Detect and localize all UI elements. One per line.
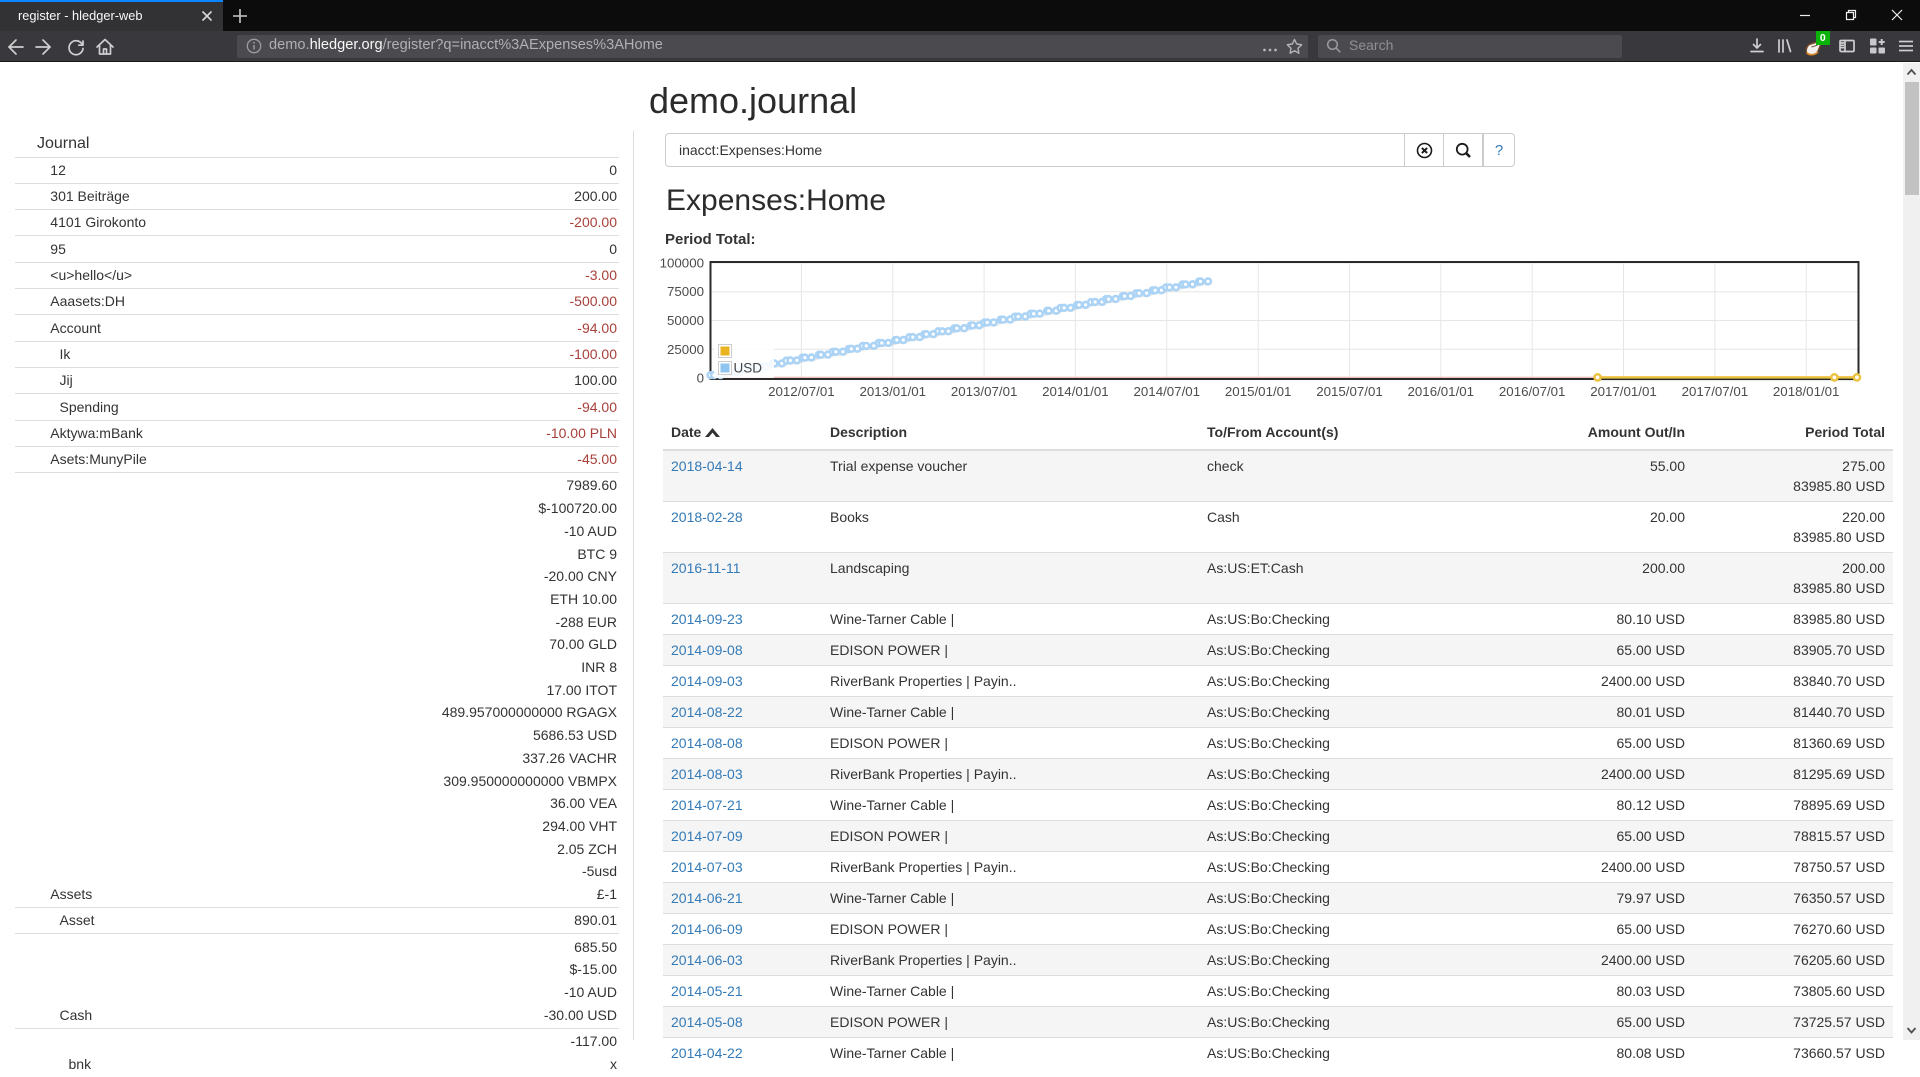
svg-text:2012/07/01: 2012/07/01 [768, 384, 835, 399]
svg-text:2015/01/01: 2015/01/01 [1225, 384, 1292, 399]
svg-text:2017/07/01: 2017/07/01 [1682, 384, 1749, 399]
svg-text:50000: 50000 [667, 313, 704, 328]
svg-text:2014/07/01: 2014/07/01 [1134, 384, 1201, 399]
svg-text:100000: 100000 [660, 256, 704, 271]
svg-text:2016/01/01: 2016/01/01 [1408, 384, 1475, 399]
svg-text:2013/01/01: 2013/01/01 [860, 384, 927, 399]
svg-text:2014/01/01: 2014/01/01 [1042, 384, 1109, 399]
svg-text:0: 0 [697, 371, 704, 386]
svg-text:2016/07/01: 2016/07/01 [1499, 384, 1566, 399]
svg-text:2013/07/01: 2013/07/01 [951, 384, 1018, 399]
svg-text:2018/01/01: 2018/01/01 [1773, 384, 1840, 399]
svg-text:USD: USD [734, 361, 763, 376]
svg-text:75000: 75000 [667, 284, 704, 299]
svg-text:2017/01/01: 2017/01/01 [1590, 384, 1657, 399]
svg-text:2015/07/01: 2015/07/01 [1316, 384, 1383, 399]
svg-text:25000: 25000 [667, 342, 704, 357]
